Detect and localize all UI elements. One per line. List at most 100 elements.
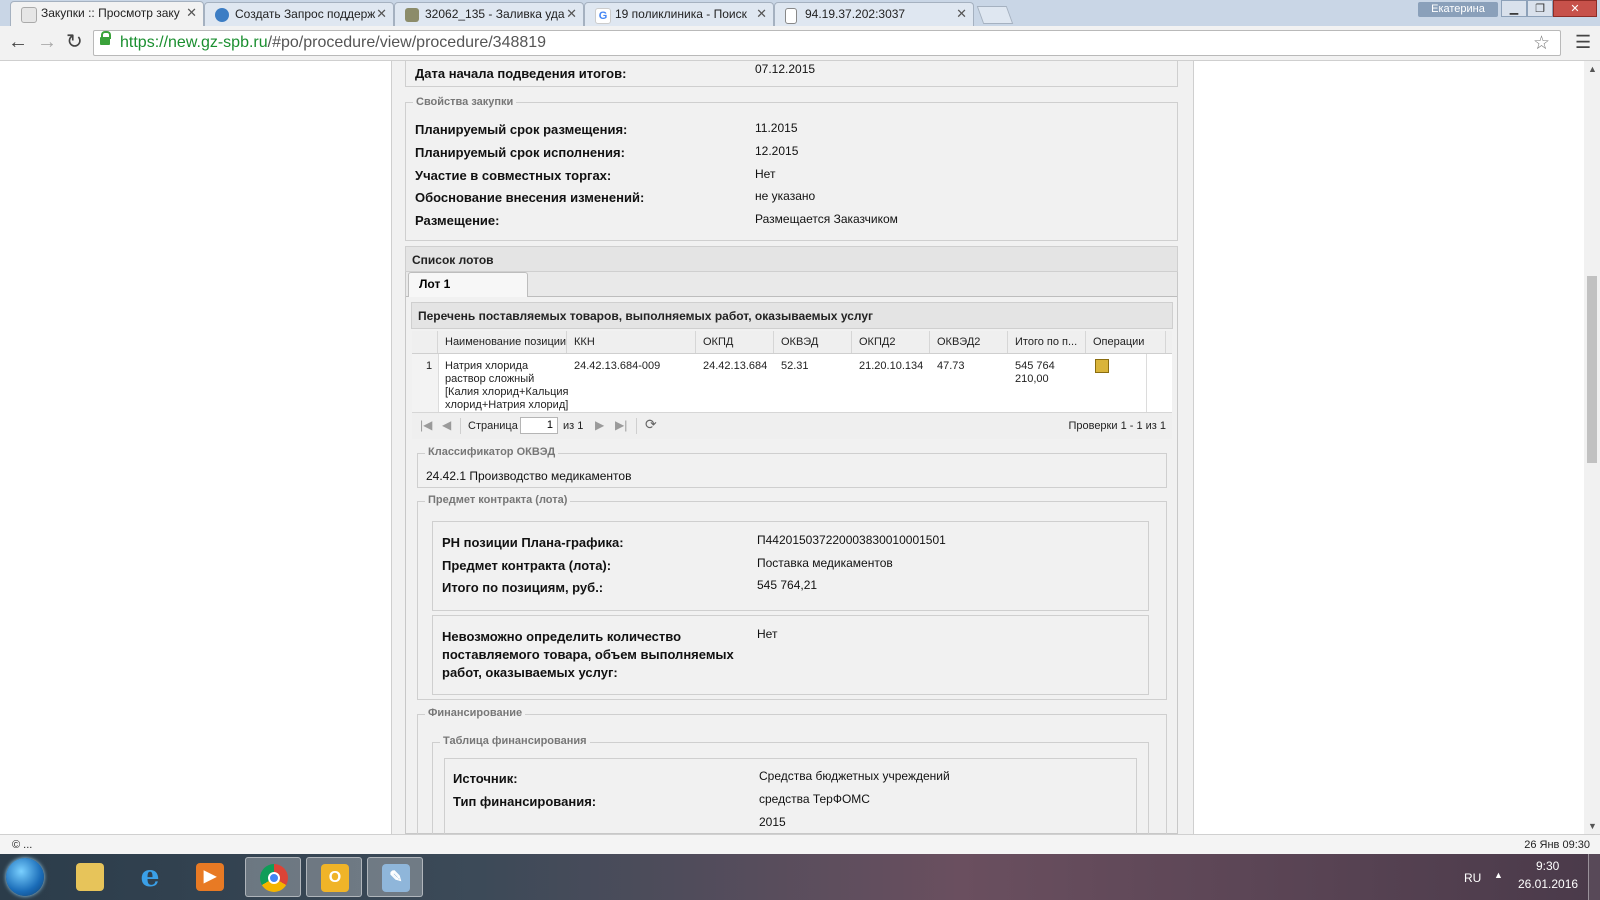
cell-name-line: хлорид+Натрия хлорид] [445,399,569,411]
close-window-icon[interactable]: ✕ [1553,0,1597,17]
taskbar-paint[interactable]: ✎ [367,857,423,897]
contract-subject-legend: Предмет контракта (лота) [425,494,571,506]
first-page-icon[interactable]: |◀ [420,418,432,432]
redmine-favicon-icon [405,8,419,22]
financing-year-value: 2015 [759,815,786,829]
source-value: Средства бюджетных учреждений [759,769,950,783]
column-header[interactable]: ОКПД [696,331,774,353]
close-tab-icon[interactable]: ✕ [756,6,767,22]
page-scrollbar[interactable]: ▲ ▼ [1584,61,1600,834]
prev-page-icon[interactable]: ◀ [442,418,451,432]
table-row[interactable]: 1 Натрия хлорида раствор сложный [Калия … [412,354,1172,412]
cell-total: 545 764 210,00 [1015,360,1055,386]
cell-okpd2: 21.20.10.134 [859,360,924,372]
plan-position-label: РН позиции Плана-графика: [442,535,624,550]
total-positions-value: 545 764,21 [757,578,818,592]
close-tab-icon[interactable]: ✕ [956,6,967,22]
tab-title: 94.19.37.202:3037 [805,7,906,21]
scroll-up-icon[interactable]: ▲ [1588,64,1597,74]
pager-separator [460,418,461,434]
column-header[interactable]: Операции [1086,331,1166,353]
pager-separator [636,418,637,434]
browser-menu-icon[interactable]: ☰ [1575,32,1591,53]
close-tab-icon[interactable]: ✕ [566,6,577,22]
okved-value: 24.42.1 Производство медикаментов [426,469,632,483]
financing-type-value: средства ТерФОМС [759,792,870,806]
items-pager: |◀ ◀ Страница 1 из 1 ▶ ▶| ⟳ Проверки 1 -… [412,412,1172,439]
property-value: Нет [755,167,776,181]
browser-tab-redmine[interactable]: 32062_135 - Заливка уда ✕ [394,2,584,26]
refresh-icon[interactable]: ⟳ [645,416,657,433]
show-desktop-button[interactable] [1588,854,1600,900]
language-indicator[interactable]: RU [1464,871,1481,885]
windows-start-icon[interactable] [6,858,44,896]
new-tab-button[interactable] [976,6,1014,24]
tab-title: Закупки :: Просмотр заку [41,6,180,20]
gz-favicon-icon [21,7,37,23]
column-header[interactable]: Наименование позиции [438,331,567,353]
browser-tab-bar: Закупки :: Просмотр заку ✕ Создать Запро… [0,0,1600,27]
quantity-label: Невозможно определить количество поставл… [442,628,734,682]
tab-title: 19 поликлиника - Поиск [615,7,747,21]
lock-icon [100,31,111,45]
column-header[interactable]: Итого по п... [1008,331,1086,353]
column-header[interactable]: ККН [567,331,696,353]
taskbar-media-player[interactable]: ▶ [182,857,238,897]
maximize-window-icon[interactable]: ❐ [1527,0,1553,17]
column-header[interactable]: ОКВЭД [774,331,852,353]
column-header[interactable]: ОКВЭД2 [930,331,1008,353]
folder-icon [76,863,104,891]
browser-tab-support[interactable]: Создать Запрос поддерж ✕ [204,2,394,26]
close-tab-icon[interactable]: ✕ [376,6,387,22]
cell-total-line: 545 764 [1015,360,1055,372]
taskbar-explorer[interactable] [62,857,118,897]
last-page-icon[interactable]: ▶| [615,418,627,432]
financing-type-label: Тип финансирования: [453,794,597,809]
taskbar-outlook[interactable]: O [306,857,362,897]
google-favicon-icon: G [595,8,611,24]
items-grid-columns: Наименование позиции ККН ОКПД ОКВЭД ОКПД… [412,331,1172,354]
lots-panel-header: Список лотов [405,246,1178,272]
bookmark-star-icon[interactable]: ☆ [1533,32,1550,55]
media-player-icon: ▶ [196,863,224,891]
browser-tab-google[interactable]: G 19 поликлиника - Поиск ✕ [584,2,774,26]
back-icon[interactable]: ← [8,32,28,52]
row-number: 1 [426,360,433,372]
taskbar-ie[interactable]: e [122,857,178,897]
summary-date-label: Дата начала подведения итогов: [415,66,627,81]
cell-okved2: 47.73 [937,360,965,372]
taskbar-chrome[interactable] [245,857,301,897]
cell-kkn: 24.42.13.684-009 [574,360,661,372]
globe-favicon-icon [215,8,229,22]
cell-name-line: раствор сложный [445,373,535,385]
reload-icon[interactable]: ↻ [66,32,83,52]
address-bar[interactable]: https://new.gz-spb.ru/#po/procedure/view… [93,30,1561,56]
close-tab-icon[interactable]: ✕ [186,5,197,21]
tray-time[interactable]: 9:30 [1536,859,1559,873]
tray-date[interactable]: 26.01.2016 [1518,877,1578,891]
procedure-view: Дата начала подведения итогов: 07.12.201… [391,61,1194,834]
scrollbar-thumb[interactable] [1587,276,1597,463]
forward-icon[interactable]: → [37,32,57,52]
browser-user-badge[interactable]: Екатерина [1418,2,1498,17]
property-label: Участие в совместных торгах: [415,168,612,183]
page-favicon-icon [785,8,797,24]
page-number-input[interactable]: 1 [520,417,558,434]
lot-1-tab[interactable]: Лот 1 [408,272,528,297]
scroll-down-icon[interactable]: ▼ [1588,821,1597,831]
minimize-window-icon[interactable]: ▁ [1501,0,1527,17]
quantity-label-line: Невозможно определить количество [442,629,682,644]
next-page-icon[interactable]: ▶ [595,418,604,432]
column-header[interactable]: ОКПД2 [852,331,930,353]
contract-subject-value: Поставка медикаментов [757,556,893,570]
page-label: Страница [468,420,518,432]
browser-tab-ip[interactable]: 94.19.37.202:3037 ✕ [774,2,974,26]
property-value: 12.2015 [755,144,799,158]
windows-taskbar: e ▶ O ✎ RU ▲ 9:30 26.01.2016 [0,854,1600,900]
cell-total-line: 210,00 [1015,373,1049,385]
show-hidden-icons-icon[interactable]: ▲ [1494,870,1503,880]
scroll-document-icon[interactable] [1095,359,1109,373]
total-positions-label: Итого по позициям, руб.: [442,580,604,595]
browser-tab-procedure[interactable]: Закупки :: Просмотр заку ✕ [10,1,204,27]
cell-name-line: Натрия хлорида [445,360,529,372]
